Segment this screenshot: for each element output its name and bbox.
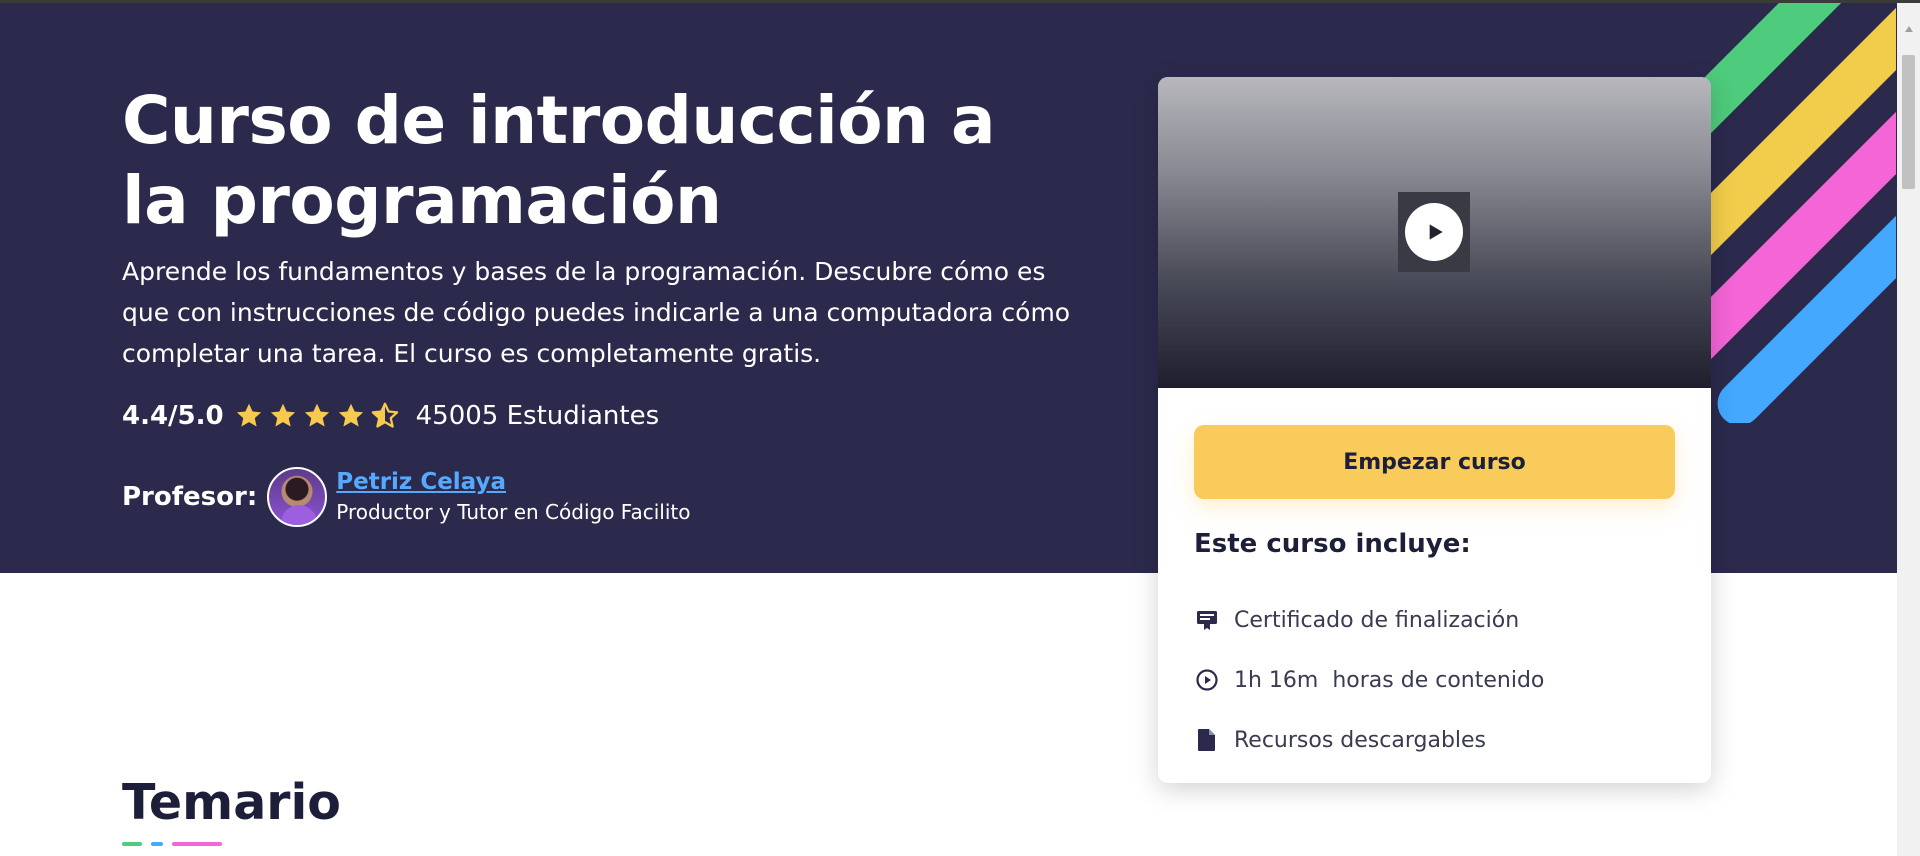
include-item-certificate: Certificado de finalización xyxy=(1194,590,1674,650)
students-count: 45005 Estudiantes xyxy=(415,401,660,431)
vertical-scrollbar[interactable] xyxy=(1897,3,1920,856)
teacher-name-link[interactable]: Petriz Celaya xyxy=(336,467,690,497)
certificate-icon xyxy=(1194,607,1220,633)
underline-pink xyxy=(172,842,222,846)
underline-blue xyxy=(151,842,163,846)
play-button[interactable] xyxy=(1398,192,1470,272)
include-text: Certificado de finalización xyxy=(1234,607,1520,633)
teacher-label: Profesor: xyxy=(122,482,258,512)
teacher-role: Productor y Tutor en Código Facilito xyxy=(336,500,691,524)
rating-row: 4.4/5.0 45005 Estudiantes xyxy=(122,396,659,436)
star-full-icon xyxy=(270,403,295,427)
includes-title: Este curso incluye: xyxy=(1194,529,1471,559)
syllabus-title-underline xyxy=(122,842,231,846)
clock-play-icon xyxy=(1194,667,1220,693)
teacher-row: Profesor: Petriz Celaya Productor y Tuto… xyxy=(122,465,690,529)
file-icon xyxy=(1194,727,1220,753)
underline-green xyxy=(122,842,142,846)
include-text: Recursos descargables xyxy=(1234,727,1487,753)
include-item-resources: Recursos descargables xyxy=(1194,710,1674,770)
star-full-icon xyxy=(236,403,261,427)
teacher-info: Petriz Celaya Productor y Tutor en Códig… xyxy=(336,467,690,527)
teacher-avatar[interactable] xyxy=(267,467,328,527)
star-half-icon xyxy=(371,402,398,428)
decorative-stripes xyxy=(1700,3,1896,423)
start-course-button[interactable]: Empezar curso xyxy=(1194,425,1675,499)
star-full-icon xyxy=(338,403,363,427)
video-preview[interactable] xyxy=(1158,77,1711,388)
syllabus-title: Temario xyxy=(122,774,341,831)
include-item-duration: 1h 16m horas de contenido xyxy=(1194,650,1674,710)
star-full-icon xyxy=(304,403,329,427)
include-text: 1h 16m horas de contenido xyxy=(1234,667,1545,693)
course-description: Aprende los fundamentos y bases de la pr… xyxy=(122,257,1071,368)
scroll-thumb[interactable] xyxy=(1902,55,1915,189)
rating-stars xyxy=(234,401,404,431)
course-card: Empezar curso Este curso incluye: Certif… xyxy=(1158,77,1711,783)
rating-value: 4.4/5.0 xyxy=(122,401,224,431)
course-title: Curso de introducción a la programación xyxy=(122,82,996,239)
scroll-up-arrow-icon[interactable] xyxy=(1897,3,1920,55)
includes-list: Certificado de finalización 1h 16m horas… xyxy=(1194,590,1674,770)
play-icon xyxy=(1405,203,1463,261)
